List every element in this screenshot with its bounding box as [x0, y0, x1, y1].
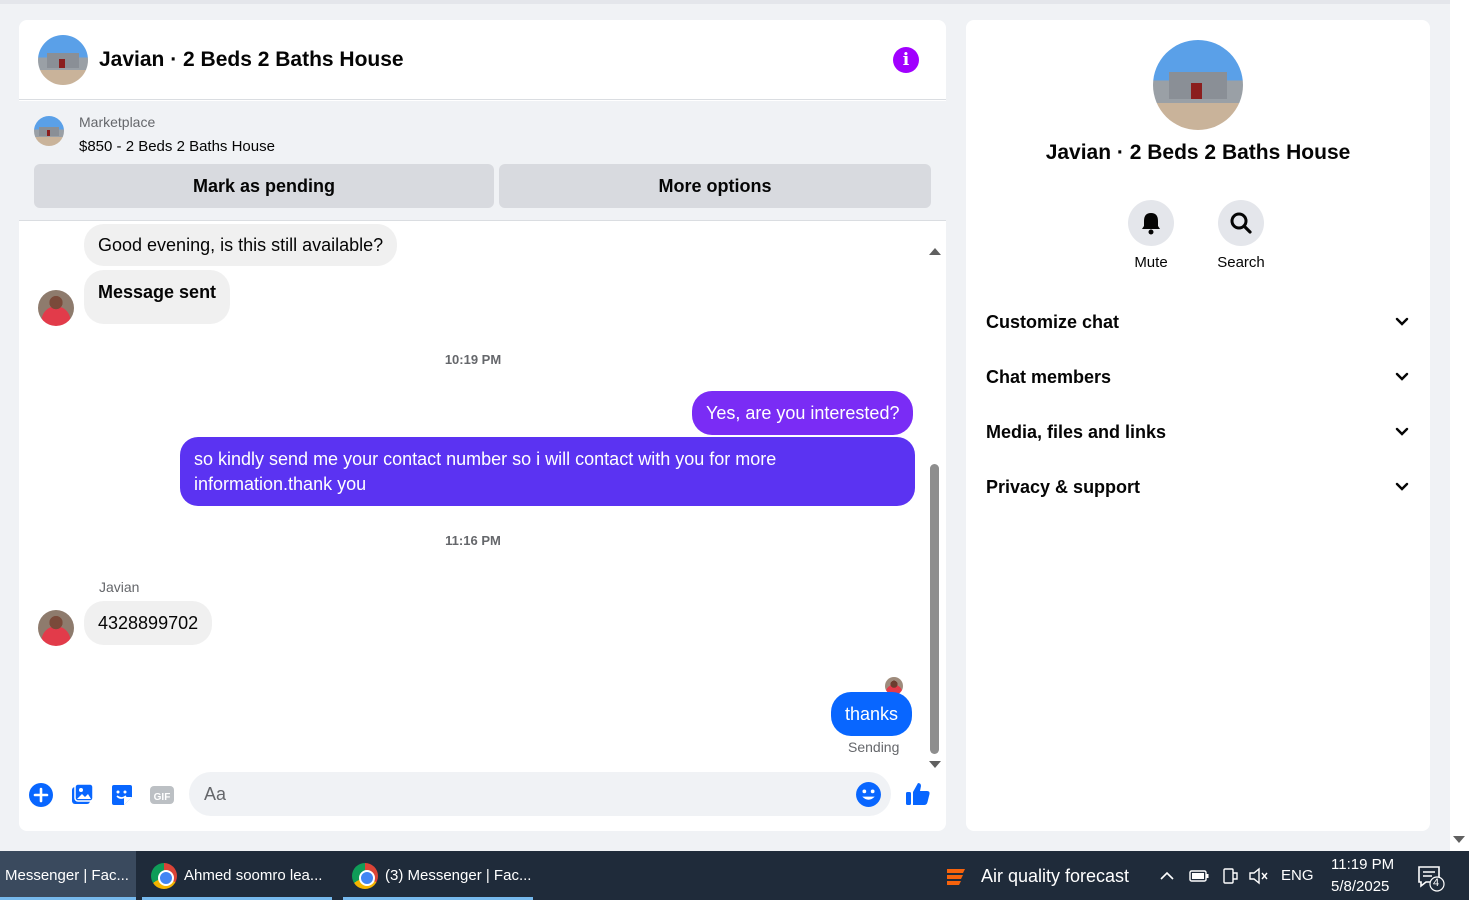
svg-text:GIF: GIF — [154, 792, 171, 803]
bell-icon — [1142, 213, 1160, 235]
chat-title[interactable]: Javian · 2 Beds 2 Baths House — [99, 48, 404, 72]
message-input[interactable] — [189, 772, 891, 816]
section-customize-chat[interactable]: Customize chat — [986, 302, 1410, 342]
taskbar-item-messenger[interactable]: Messenger | Fac... — [0, 851, 136, 900]
scroll-down-arrow[interactable] — [1453, 836, 1465, 843]
scroll-down-arrow[interactable] — [929, 761, 941, 768]
message-incoming[interactable]: 4328899702 — [84, 601, 213, 645]
chevron-down-icon — [1395, 427, 1409, 436]
scroll-thumb[interactable] — [930, 464, 939, 754]
info-icon[interactable]: i — [893, 47, 919, 73]
photo-icon[interactable] — [69, 782, 95, 808]
chrome-icon — [352, 863, 378, 889]
message-outgoing[interactable]: so kindly send me your contact number so… — [180, 437, 915, 506]
gif-icon[interactable]: GIF — [149, 782, 175, 808]
details-title: Javian · 2 Beds 2 Baths House — [1045, 141, 1351, 164]
message-line: information.thank you — [194, 474, 367, 494]
taskbar-item-label: (3) Messenger | Fac... — [385, 867, 532, 884]
search-label: Search — [1217, 254, 1265, 271]
listing-thumbnail[interactable] — [34, 116, 64, 146]
taskbar: Messenger | Fac... Ahmed soomro lea... (… — [0, 851, 1469, 900]
mark-as-pending-button[interactable]: Mark as pending — [34, 164, 494, 208]
timestamp: 10:19 PM — [444, 352, 502, 367]
composer: GIF — [19, 770, 946, 820]
section-label: Media, files and links — [986, 422, 1167, 442]
notification-icon[interactable] — [1416, 864, 1446, 892]
volume-muted-icon[interactable] — [1248, 866, 1270, 886]
sender-name: Javian — [99, 579, 140, 595]
listing-avatar[interactable] — [38, 35, 88, 85]
message-line: so kindly send me your contact number so… — [194, 449, 777, 469]
chevron-down-icon — [1395, 317, 1409, 326]
sticker-icon[interactable] — [109, 782, 135, 808]
marketplace-listing: Marketplace $850 - 2 Beds 2 Baths House … — [19, 101, 946, 221]
taskbar-item-chrome[interactable]: Ahmed soomro lea... — [142, 851, 332, 900]
scroll-up-arrow[interactable] — [929, 248, 941, 255]
message-status: Sending — [848, 739, 900, 755]
taskbar-item-label: Messenger | Fac... — [5, 867, 129, 884]
search-icon — [1230, 212, 1252, 234]
clock-time[interactable]: 11:19 PM — [1331, 856, 1394, 873]
mute-button[interactable] — [1128, 200, 1174, 246]
avatar[interactable] — [38, 290, 74, 326]
page-scrollbar[interactable] — [1450, 0, 1469, 851]
chat-scrollbar[interactable] — [927, 248, 941, 768]
message-outgoing[interactable]: thanks — [831, 692, 913, 736]
section-chat-members[interactable]: Chat members — [986, 357, 1410, 397]
thumbs-up-icon[interactable] — [904, 780, 932, 808]
message-list: Good evening, is this still available? M… — [19, 222, 946, 762]
battery-icon[interactable] — [1188, 867, 1210, 885]
top-border — [0, 0, 1450, 4]
language-indicator[interactable]: ENG — [1281, 867, 1314, 884]
mute-label: Mute — [1134, 254, 1168, 271]
chevron-down-icon — [1395, 372, 1409, 381]
chat-panel: Javian · 2 Beds 2 Baths House i Marketpl… — [19, 20, 946, 831]
avatar[interactable] — [38, 610, 74, 646]
emoji-icon[interactable] — [855, 781, 882, 808]
timestamp: 11:16 PM — [445, 533, 501, 548]
message-incoming[interactable]: Good evening, is this still available? — [84, 224, 398, 266]
chevron-down-icon — [1395, 482, 1409, 491]
taskbar-item-label: Ahmed soomro lea... — [184, 867, 323, 884]
chat-header: Javian · 2 Beds 2 Baths House i — [19, 20, 946, 100]
more-options-button[interactable]: More options — [499, 164, 931, 208]
message-outgoing[interactable]: Yes, are you interested? — [692, 391, 914, 435]
message-incoming[interactable]: Message sent — [84, 270, 231, 324]
chevron-up-icon[interactable] — [1158, 867, 1176, 885]
section-label: Privacy & support — [986, 477, 1141, 497]
network-icon[interactable] — [1220, 866, 1240, 886]
notification-count: 4 — [1433, 877, 1440, 889]
section-label: Chat members — [986, 367, 1112, 387]
section-media-files-links[interactable]: Media, files and links — [986, 412, 1410, 452]
taskbar-item-chrome-messenger[interactable]: (3) Messenger | Fac... — [343, 851, 533, 900]
air-quality-icon[interactable] — [943, 863, 969, 889]
listing-price-title[interactable]: $850 - 2 Beds 2 Baths House — [79, 138, 275, 155]
listing-avatar-large[interactable] — [1153, 40, 1243, 130]
plus-icon[interactable] — [28, 782, 54, 808]
section-label: Customize chat — [986, 312, 1120, 332]
weather-widget[interactable]: Air quality forecast — [981, 866, 1129, 887]
listing-source: Marketplace — [79, 114, 156, 130]
chat-details-panel: Javian · 2 Beds 2 Baths House Mute Searc… — [966, 20, 1430, 831]
search-button[interactable] — [1218, 200, 1264, 246]
section-privacy-support[interactable]: Privacy & support — [986, 467, 1410, 507]
clock-date[interactable]: 5/8/2025 — [1331, 878, 1389, 895]
chrome-icon — [151, 863, 177, 889]
